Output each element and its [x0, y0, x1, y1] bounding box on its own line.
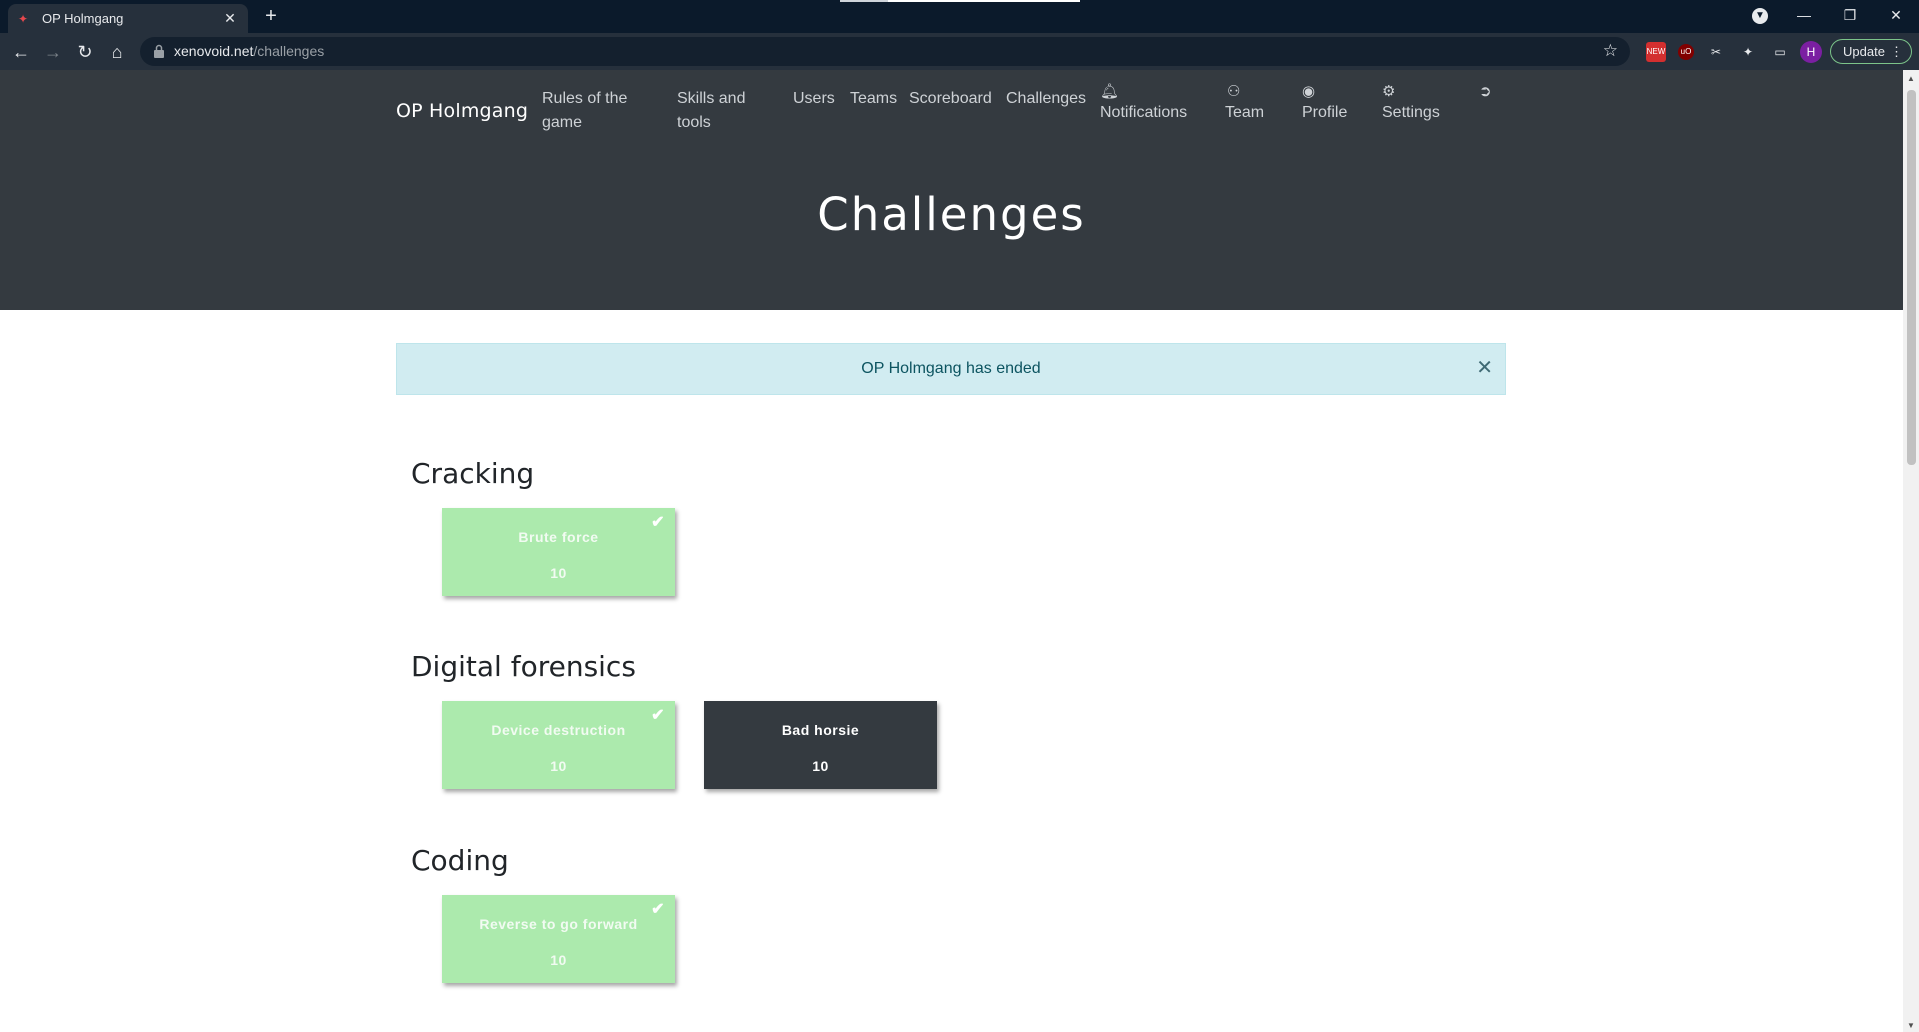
nav-team-label: Team: [1225, 104, 1265, 121]
page-viewport: OP Holmgang Rules of the game Skills and…: [0, 70, 1903, 1032]
ublock-extension-icon[interactable]: uO: [1678, 44, 1694, 60]
bell-icon: 🔔︎: [1100, 83, 1120, 100]
forward-icon[interactable]: →: [40, 39, 66, 65]
nav-skills-tools[interactable]: Skills and tools: [677, 87, 767, 135]
gears-icon: ⚙: [1382, 83, 1396, 100]
challenge-value: 10: [812, 758, 829, 774]
header-hero: OP Holmgang Rules of the game Skills and…: [0, 70, 1903, 310]
nav-logout[interactable]: ➲: [1479, 83, 1492, 101]
nav-challenges[interactable]: Challenges: [1006, 87, 1086, 111]
browser-tab-bar: ✦ OP Holmgang ✕ + ▼ — ❐ ✕: [0, 0, 1919, 33]
challenge-name: Bad horsie: [781, 722, 860, 738]
update-label: Update: [1843, 44, 1885, 59]
nav-settings-label: Settings: [1382, 104, 1440, 121]
tab-close-icon[interactable]: ✕: [222, 10, 238, 27]
users-icon: ⚇: [1227, 83, 1241, 100]
nav-notifications[interactable]: 🔔︎ Notifications: [1100, 83, 1187, 125]
menu-dots-icon: ⋮: [1890, 44, 1903, 59]
browser-tab[interactable]: ✦ OP Holmgang ✕: [8, 4, 248, 33]
scissors-extension-icon[interactable]: ✂: [1706, 42, 1726, 62]
tab-strip-highlight: [888, 0, 1080, 2]
nav-teams[interactable]: Teams: [850, 87, 897, 111]
alert-close-icon[interactable]: ✕: [1476, 344, 1493, 392]
nav-profile[interactable]: ◉ Profile: [1302, 83, 1347, 125]
challenge-value: 10: [550, 565, 567, 581]
nav-users[interactable]: Users: [793, 87, 835, 111]
reload-icon[interactable]: ↻: [72, 39, 98, 65]
extension-icon[interactable]: NEW: [1646, 42, 1666, 62]
address-bar[interactable]: xenovoid.net/challenges ☆: [140, 37, 1630, 66]
window-close-icon[interactable]: ✕: [1873, 0, 1919, 30]
tab-title: OP Holmgang: [42, 11, 124, 26]
nav-scoreboard[interactable]: Scoreboard: [909, 87, 992, 111]
challenge-name: Reverse to go forward: [479, 916, 638, 932]
extensions-puzzle-icon[interactable]: ✦: [1738, 42, 1758, 62]
new-tab-icon[interactable]: +: [260, 6, 282, 28]
category-title: Coding: [411, 844, 509, 877]
nav-profile-label: Profile: [1302, 104, 1348, 121]
page-scrollbar[interactable]: ▲ ▼: [1903, 70, 1919, 1032]
challenge-name: Brute force: [518, 529, 599, 545]
scrollbar-thumb[interactable]: [1907, 90, 1916, 465]
category-title: Digital forensics: [411, 650, 636, 683]
browser-toolbar: ← → ↻ ⌂ xenovoid.net/challenges ☆ NEW uO…: [0, 33, 1919, 70]
home-icon[interactable]: ⌂: [104, 39, 130, 65]
challenge-card[interactable]: ✔ Device destruction 10: [442, 701, 675, 789]
update-button[interactable]: Update ⋮: [1830, 39, 1912, 64]
category-title: Cracking: [411, 457, 535, 490]
page-title: Challenges: [817, 188, 1086, 241]
scroll-down-icon[interactable]: ▼: [1907, 1021, 1915, 1030]
alert-banner: OP Holmgang has ended ✕: [396, 343, 1506, 395]
challenge-card[interactable]: ✔ Reverse to go forward 10: [442, 895, 675, 983]
alert-message: OP Holmgang has ended: [861, 360, 1041, 377]
url-path: /challenges: [253, 43, 325, 59]
challenge-name: Device destruction: [491, 722, 626, 738]
nav-team[interactable]: ⚇ Team: [1225, 83, 1264, 125]
challenge-card[interactable]: ✔ Brute force 10: [442, 508, 675, 596]
bookmark-star-icon[interactable]: ☆: [1603, 41, 1618, 61]
nav-settings[interactable]: ⚙ Settings: [1382, 83, 1440, 125]
minimize-icon[interactable]: —: [1781, 0, 1827, 30]
back-icon[interactable]: ←: [8, 39, 34, 65]
user-circle-icon: ◉: [1302, 83, 1316, 100]
nav-rules[interactable]: Rules of the game: [542, 87, 647, 135]
logout-icon: ➲: [1479, 83, 1492, 100]
profile-avatar[interactable]: H: [1800, 41, 1822, 63]
lock-icon: [154, 44, 164, 58]
tab-search-icon[interactable]: ▼: [1752, 8, 1768, 24]
brand-link[interactable]: OP Holmgang: [396, 100, 528, 122]
restore-icon[interactable]: ❐: [1827, 0, 1873, 30]
url-text: xenovoid.net/challenges: [174, 43, 324, 59]
challenge-card[interactable]: Bad horsie 10: [704, 701, 937, 789]
url-host: xenovoid.net: [174, 43, 254, 59]
cast-icon[interactable]: ▭: [1770, 42, 1790, 62]
site-favicon-icon: ✦: [18, 11, 29, 26]
challenge-value: 10: [550, 952, 567, 968]
nav-notifications-label: Notifications: [1100, 104, 1188, 121]
challenge-value: 10: [550, 758, 567, 774]
scroll-up-icon[interactable]: ▲: [1907, 74, 1915, 83]
